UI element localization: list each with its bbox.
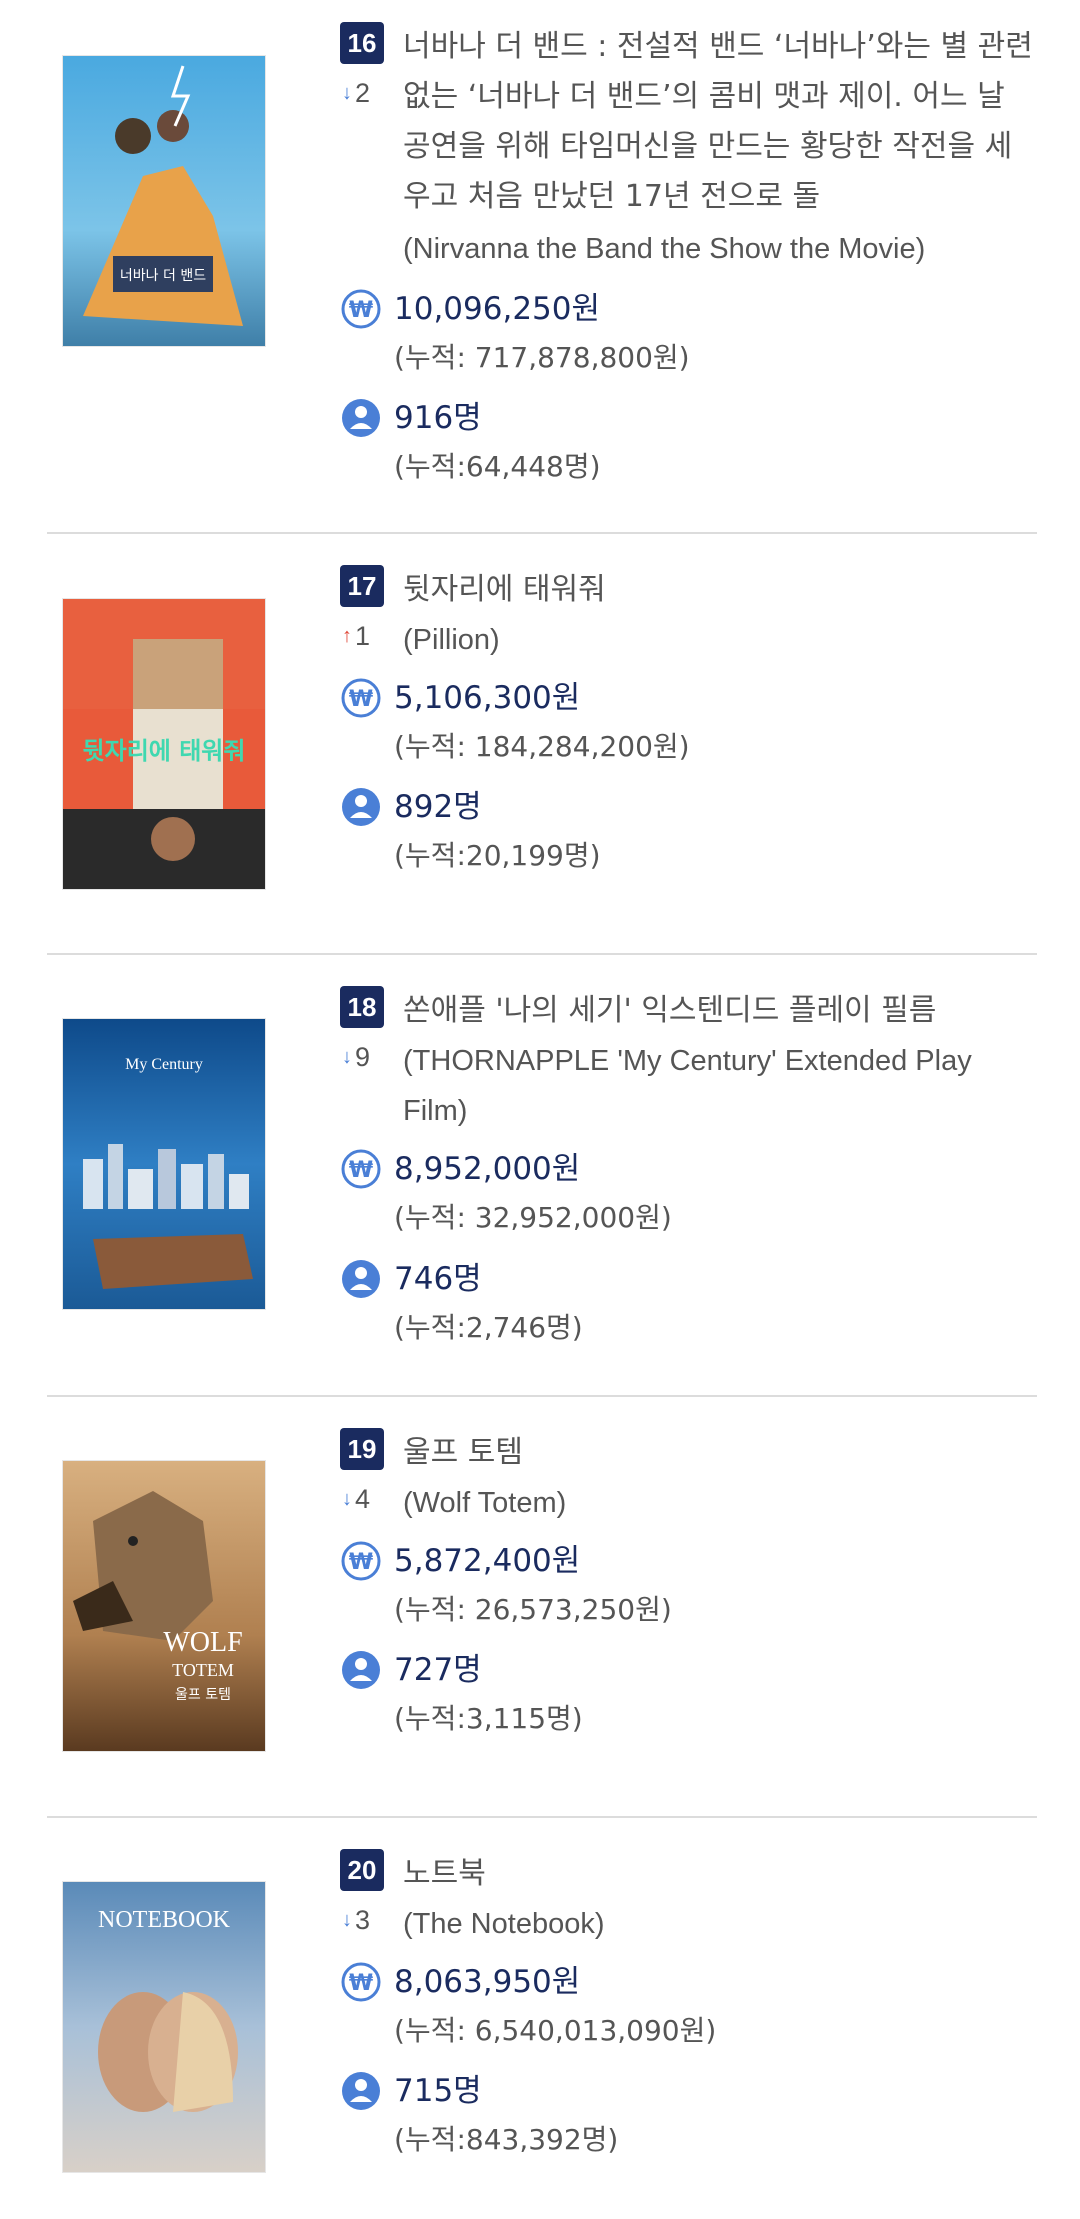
person-icon [340,397,382,439]
rank-change-value: 9 [355,1042,371,1072]
svg-text:₩: ₩ [349,1971,373,1996]
movie-poster[interactable]: 뒷자리에 태워줘 [62,598,266,890]
movie-poster[interactable]: WOLF TOTEM 울프 토템 [62,1460,266,1752]
arrow-down-icon: ↓ [342,82,352,104]
movie-title-english: (Nirvanna the Band the Show the Movie) [403,233,926,265]
daily-revenue: 10,096,250원 [394,291,601,327]
poster-subtitle: TOTEM [172,1660,234,1680]
svg-text:₩: ₩ [349,687,373,712]
movie-title-english: (Wolf Totem) [403,1487,567,1519]
rank-change-value: 3 [355,1905,371,1935]
won-icon: ₩ [340,677,382,719]
daily-audience: 727명 [394,1652,482,1688]
rank-badge: 17 [340,565,384,607]
person-icon [340,1649,382,1691]
rank-change: ↓ 9 [342,1042,370,1073]
arrow-down-icon: ↓ [342,1909,352,1931]
rank-change-value: 4 [355,1484,371,1514]
rank-change-value: 1 [355,621,371,651]
daily-audience: 892명 [394,789,482,825]
rank-change: ↓ 4 [342,1484,370,1515]
cumulative-audience: (누적:20,199명) [394,839,601,872]
daily-revenue: 8,063,950원 [394,1964,581,2000]
rank-badge: 18 [340,986,384,1028]
cumulative-revenue: (누적: 184,284,200원) [394,730,690,763]
movie-title-korean[interactable]: 쏜애플 '나의 세기' 익스텐디드 플레이 필름 [403,986,1033,1036]
movie-title-korean[interactable]: 너바나 더 밴드 : 전설적 밴드 ‘너바나’와는 별 관련 없는 ‘너바나 더… [403,22,1033,222]
divider [47,1816,1037,1818]
person-icon [340,1258,382,1300]
poster-title: WOLF [163,1627,242,1658]
divider [47,1395,1037,1397]
movie-poster[interactable]: NOTEBOOK [62,1881,266,2173]
daily-revenue: 5,106,300원 [394,680,581,716]
rank-badge: 20 [340,1849,384,1891]
poster-title: 너바나 더 밴드 [120,268,206,284]
poster-korean-title: 울프 토템 [175,1687,231,1703]
divider [47,532,1037,534]
cumulative-revenue: (누적: 26,573,250원) [394,1593,672,1626]
cumulative-audience: (누적:843,392명) [394,2123,619,2156]
won-icon: ₩ [340,288,382,330]
cumulative-audience: (누적:2,746명) [394,1311,583,1344]
daily-audience: 746명 [394,1261,482,1297]
movie-title-english: (THORNAPPLE 'My Century' Extended Play F… [403,1045,972,1127]
svg-text:₩: ₩ [349,1550,373,1575]
cumulative-revenue: (누적: 717,878,800원) [394,341,690,374]
svg-text:₩: ₩ [349,298,373,323]
movie-title-korean[interactable]: 노트북 [403,1849,1033,1899]
person-icon [340,786,382,828]
arrow-down-icon: ↓ [342,1046,352,1068]
cumulative-revenue: (누적: 6,540,013,090원) [394,2014,717,2047]
rank-change: ↑ 1 [342,621,370,652]
poster-title: NOTEBOOK [98,1907,231,1933]
cumulative-audience: (누적:3,115명) [394,1702,583,1735]
rank-change-value: 2 [355,78,371,108]
rank-change: ↓ 2 [342,78,370,109]
movie-title-korean[interactable]: 울프 토템 [403,1428,1033,1478]
arrow-up-icon: ↑ [342,625,352,647]
divider [47,953,1037,955]
daily-revenue: 5,872,400원 [394,1543,581,1579]
movie-poster[interactable]: 너바나 더 밴드 [62,55,266,347]
daily-audience: 916명 [394,400,482,436]
movie-title-english: (Pillion) [403,624,500,656]
won-icon: ₩ [340,1961,382,2003]
cumulative-revenue: (누적: 32,952,000원) [394,1201,672,1234]
rank-badge: 16 [340,22,384,64]
svg-text:₩: ₩ [349,1158,373,1183]
poster-title: My Century [125,1056,203,1073]
arrow-down-icon: ↓ [342,1488,352,1510]
cumulative-audience: (누적:64,448명) [394,450,601,483]
person-icon [340,2070,382,2112]
movie-title-english: (The Notebook) [403,1908,605,1940]
won-icon: ₩ [340,1540,382,1582]
movie-title-korean[interactable]: 뒷자리에 태워줘 [403,565,1033,615]
rank-badge: 19 [340,1428,384,1470]
daily-audience: 715명 [394,2073,482,2109]
daily-revenue: 8,952,000원 [394,1151,581,1187]
rank-change: ↓ 3 [342,1905,370,1936]
won-icon: ₩ [340,1148,382,1190]
poster-title: 뒷자리에 태워줘 [83,737,246,765]
movie-poster[interactable]: My Century [62,1018,266,1310]
